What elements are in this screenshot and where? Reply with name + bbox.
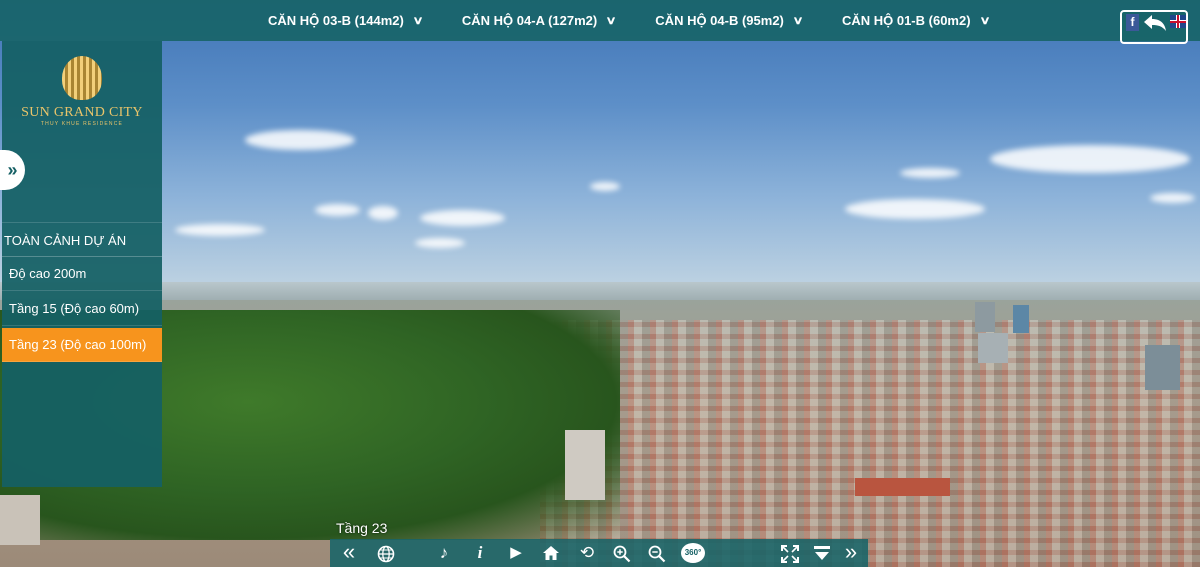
cloud [368,206,398,220]
viewer-control-bar: « ♪ i ▶ ⟲ 360° » [330,539,868,567]
cloud [415,238,465,248]
menu-apartment-01b[interactable]: CĂN HỘ 01-B (60m2) ∨ [841,13,991,28]
info-icon[interactable]: i [467,539,493,567]
facebook-icon[interactable]: f [1126,14,1139,31]
building [975,302,995,332]
menu-apartment-03b[interactable]: CĂN HỘ 03-B (144m2) ∨ [268,13,424,28]
scene-sidebar: SUN GRAND CITY THUY KHUE RESIDENCE » TOÀ… [0,41,162,487]
cloud [990,145,1190,173]
section-title: TOÀN CẢNH DỰ ÁN [2,222,162,257]
social-language-box: f [1120,10,1188,44]
menu-label: CĂN HỘ 04-B (95m2) [655,13,784,28]
cloud [315,204,360,216]
scene-item-200m[interactable]: Độ cao 200m [2,257,162,291]
cloud [175,224,265,236]
uk-flag-icon[interactable] [1170,15,1186,28]
sidebar-toggle-button[interactable]: » [0,150,25,190]
hide-bar-icon[interactable] [809,539,835,567]
back-arrow-icon[interactable] [1142,13,1168,35]
prev-scene-icon[interactable]: « [336,539,362,567]
play-icon[interactable]: ▶ [503,539,529,567]
logo: SUN GRAND CITY THUY KHUE RESIDENCE [2,56,162,127]
menu-apartment-04a[interactable]: CĂN HỘ 04-A (127m2) ∨ [461,13,617,28]
cloud [245,130,355,150]
menu-label: CĂN HỘ 01-B (60m2) [841,13,971,28]
home-icon[interactable] [538,539,564,567]
building [978,333,1008,363]
fullscreen-icon[interactable] [777,539,803,567]
logo-title: SUN GRAND CITY [21,105,143,120]
music-icon[interactable]: ♪ [431,539,457,567]
scene-item-floor-15[interactable]: Tầng 15 (Độ cao 60m) [2,292,162,326]
apartment-menu: CĂN HỘ 03-B (144m2) ∨ CĂN HỘ 04-A (127m2… [268,0,1029,41]
panorama-rooftops [540,320,1200,567]
cloud [900,168,960,178]
panorama-view[interactable] [0,0,1200,567]
menu-apartment-04b[interactable]: CĂN HỘ 04-B (95m2) ∨ [655,13,804,28]
scene-item-floor-23[interactable]: Tầng 23 (Độ cao 100m) [2,328,162,362]
building [565,430,605,500]
menu-label: CĂN HỘ 03-B (144m2) [268,13,404,28]
building [1013,305,1029,333]
next-scene-icon[interactable]: » [838,539,864,567]
chevron-down-icon: ∨ [792,15,804,27]
cloud [1150,193,1195,203]
rotate-icon[interactable]: ⟲ [574,539,600,567]
building [855,478,950,496]
logo-shell-icon [62,56,102,100]
building [1145,345,1180,390]
chevron-down-icon: ∨ [605,15,617,27]
top-menu-bar: CĂN HỘ 03-B (144m2) ∨ CĂN HỘ 04-A (127m2… [0,0,1200,44]
cloud [420,210,505,226]
current-scene-label: Tầng 23 [336,520,388,536]
logo-subtitle: THUY KHUE RESIDENCE [40,121,124,127]
zoom-in-icon[interactable] [609,539,635,567]
globe-icon[interactable] [373,539,399,567]
zoom-out-icon[interactable] [644,539,670,567]
building [0,495,40,545]
chevron-down-icon: ∨ [412,15,424,27]
cloud [845,199,985,219]
view-360-icon[interactable]: 360° [681,543,705,563]
menu-label: CĂN HỘ 04-A (127m2) [461,13,598,28]
chevron-down-icon: ∨ [978,15,991,27]
cloud [590,182,620,191]
